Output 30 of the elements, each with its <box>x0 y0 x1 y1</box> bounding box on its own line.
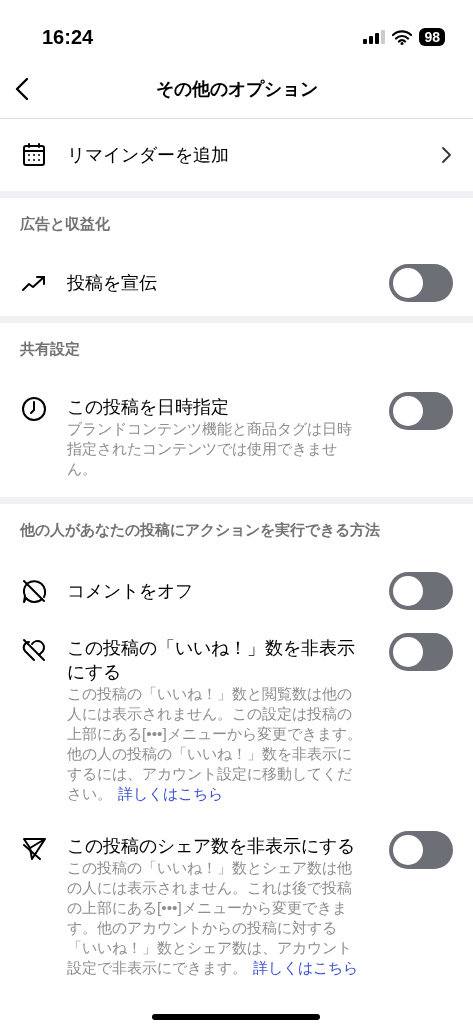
section-header: 他の人があなたの投稿にアクションを実行できる方法 <box>18 520 381 540</box>
option-label: リマインダーを追加 <box>67 144 230 167</box>
learn-more-link[interactable]: 詳しくはこちら <box>253 959 358 976</box>
wifi-icon <box>392 29 413 45</box>
heart-off-icon <box>20 636 48 664</box>
clock-icon <box>20 395 48 423</box>
reminder-row[interactable]: リマインダーを追加 <box>0 119 473 191</box>
chevron-right-icon <box>439 145 453 165</box>
option-label: 投稿を宣伝 <box>67 272 158 295</box>
battery-level: 98 <box>419 28 445 46</box>
section-header: 共有設定 <box>19 339 81 359</box>
screen-title: その他のオプション <box>155 78 318 101</box>
toggle-switch[interactable] <box>389 633 453 671</box>
option-label: この投稿を日時指定 <box>67 396 230 419</box>
toggle-switch[interactable] <box>389 264 453 302</box>
toggle-switch[interactable] <box>389 572 453 610</box>
toggle-switch[interactable] <box>389 392 453 430</box>
option-description: この投稿の「いいね！」数と閲覧数は他の人には表示されません。この設定は投稿の上部にある[•••]メニューから変更できます。他の人の投稿の「いいね！」数を非表示にするには、アカウント設定に移動してください。 詳しくはこちら <box>67 684 362 804</box>
signal-icon <box>363 30 386 44</box>
option-description: ブランドコンテンツ機能と商品タグは日時指定されたコンテンツでは使用できません。 <box>67 419 353 479</box>
clock-time: 16:24 <box>42 24 95 49</box>
option-label: この投稿のシェア数を非表示にする <box>67 835 356 858</box>
learn-more-link[interactable]: 詳しくはこちら <box>118 785 223 802</box>
option-label: この投稿の「いいね！」数を非表示にする <box>67 637 356 684</box>
calendar-icon <box>20 141 48 169</box>
option-description: この投稿の「いいね！」数とシェア数は他の人には表示されません。これは後で投稿の上部にある[•••]メニューから変更できます。他のアカウントからの投稿に対する「いいね！」数とシェア数は、アカウント設定で非表示にできます。 詳しくはこちら <box>67 858 359 978</box>
comment-off-icon <box>20 577 48 605</box>
toggle-switch[interactable] <box>389 831 453 869</box>
option-label: コメントをオフ <box>67 580 194 603</box>
section-header: 広告と収益化 <box>19 214 111 234</box>
